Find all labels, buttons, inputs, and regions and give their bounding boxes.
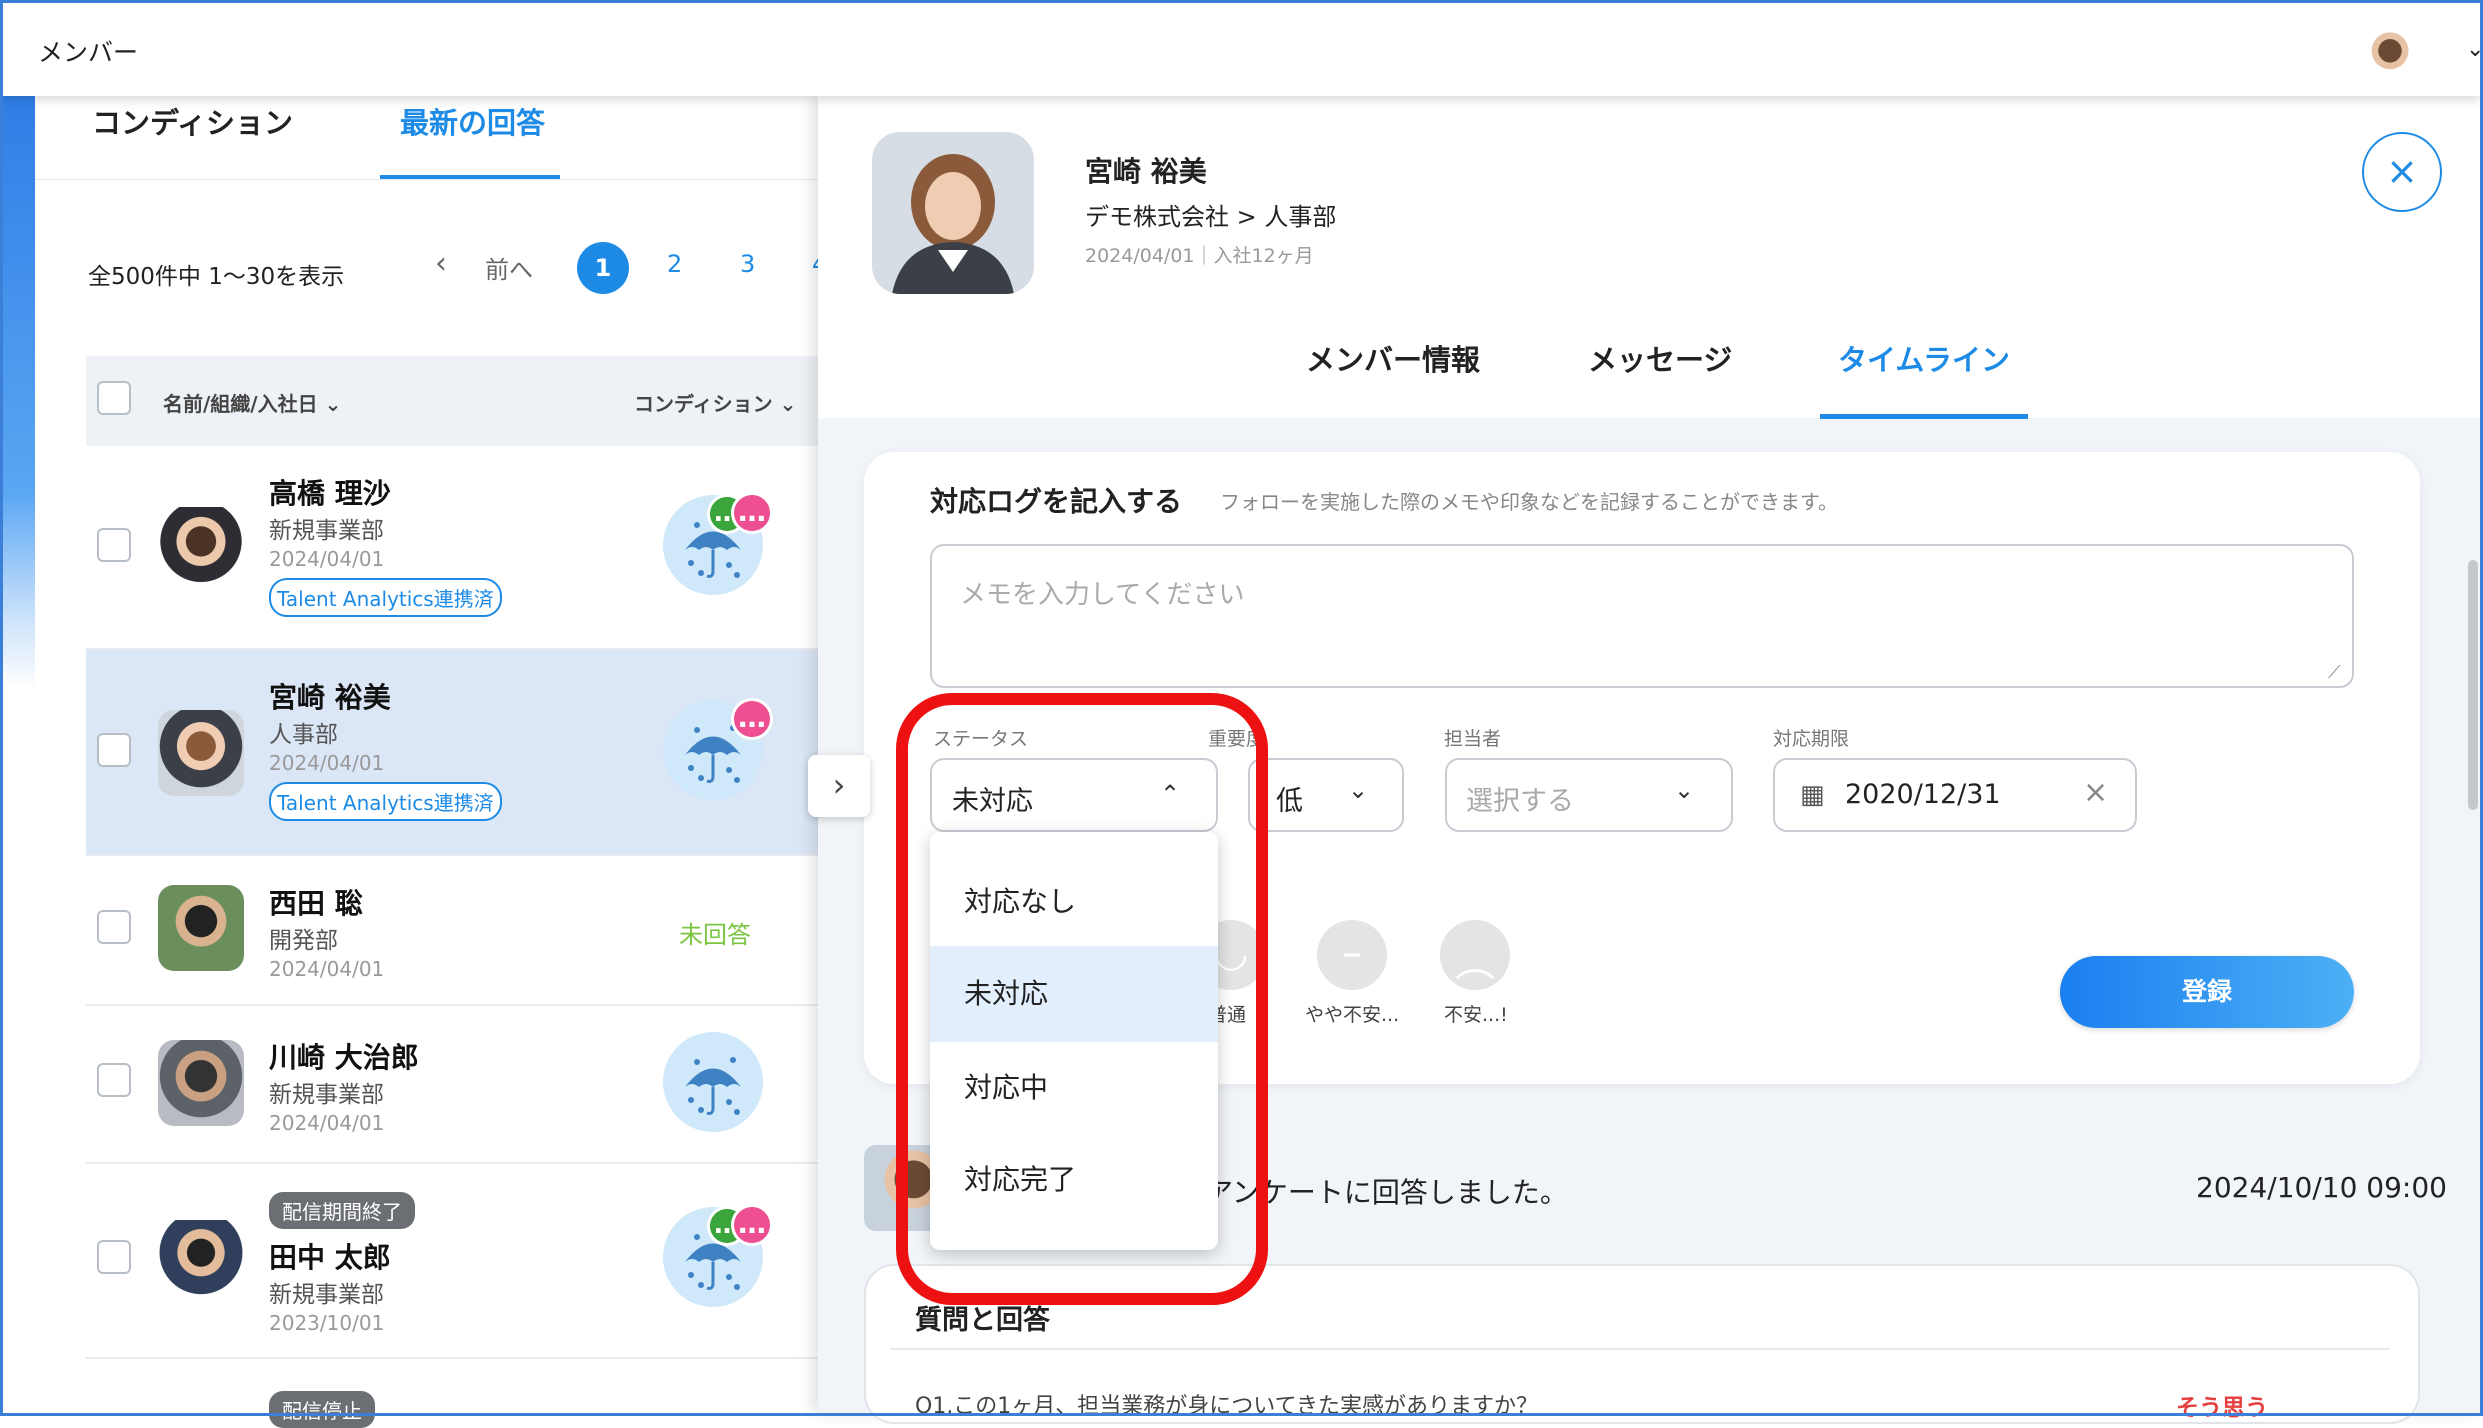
user-avatar[interactable] [2360,28,2420,88]
deadline-value: 2020/12/31 [1845,779,2001,810]
column-header-condition[interactable]: コンディション ⌄ [634,388,796,417]
app-title: メンバー [38,38,139,67]
avatar [158,710,244,796]
pagination-page-3[interactable]: 3 [740,250,755,278]
clear-icon[interactable]: × [2083,775,2108,810]
row-checkbox[interactable] [97,910,131,944]
rain-umbrella-icon [663,1032,763,1132]
pagination-page-1[interactable]: 1 [577,242,629,294]
chevron-down-icon: ⌄ [1348,776,1369,804]
top-bar: メンバー ⌄ [3,3,2483,96]
member-dept: 新規事業部 [269,1082,384,1108]
log-description: フォローを実施した際のメモや印象などを記録することができます。 [1220,490,1838,514]
avatar [158,1220,244,1306]
chevron-left-icon[interactable]: ‹ [435,246,447,281]
row-checkbox[interactable] [97,528,131,562]
row-checkbox[interactable] [97,1063,131,1097]
member-join-date: 2024/04/01 [269,751,385,775]
annotation-highlight [896,693,1268,1305]
timeline-event-time: 2024/10/10 09:00 [2196,1171,2447,1204]
priority-value: 低 [1276,786,1303,817]
row-checkbox[interactable] [97,733,131,767]
answer-text: そう思う [2176,1395,2268,1421]
active-tab-indicator [1820,414,2028,419]
flat-face-icon[interactable]: – [1317,920,1387,990]
background-strip [3,96,35,1413]
pagination-prev[interactable]: 前へ [485,250,533,285]
deadline-label: 対応期限 [1773,728,1850,750]
assignee-label: 担当者 [1444,728,1502,750]
face-label: 不安...! [1444,1004,1508,1026]
member-name: 田中 太郎 [269,1241,391,1274]
delivery-ended-badge: 配信期間終了 [269,1192,415,1229]
calendar-icon: ▦ [1800,780,1825,810]
member-join-date: 2024/04/01 [269,1111,385,1135]
member-dept: 新規事業部 [269,1282,384,1308]
avatar [158,507,244,593]
talent-analytics-badge: Talent Analytics連携済 [269,578,502,617]
avatar [158,885,244,971]
message-icon[interactable]: … [731,1204,773,1246]
scrollbar[interactable] [2468,560,2478,810]
sad-face-icon[interactable]: ︵ [1440,920,1510,990]
profile-photo [872,132,1034,294]
avatar [158,1040,244,1126]
face-label: やや不安... [1305,1004,1400,1026]
member-name: 川崎 大治郎 [269,1041,419,1074]
tab-condition[interactable]: コンディション [92,100,293,142]
tab-latest-answers[interactable]: 最新の回答 [400,100,545,142]
member-name: 西田 聡 [269,887,363,920]
tab-messages[interactable]: メッセージ [1588,337,1732,379]
member-join-date: 2023/10/01 [269,1311,385,1335]
memo-textarea[interactable] [930,544,2354,688]
register-button[interactable]: 登録 [2060,956,2354,1028]
delivery-stopped-badge: 配信停止 [269,1391,375,1428]
unanswered-status: 未回答 [679,921,751,949]
member-join-date: 2024/04/01 [269,957,385,981]
member-name: 宮崎 裕美 [269,681,391,714]
member-dept: 人事部 [269,722,338,748]
divider [35,179,820,180]
talent-analytics-badge: Talent Analytics連携済 [269,782,502,821]
priority-select[interactable] [1248,758,1404,832]
profile-org: デモ株式会社 > 人事部 [1085,203,1337,231]
result-count: 全500件中 1〜30を表示 [88,264,345,290]
resize-grip-icon[interactable]: ⟋ [2328,662,2341,683]
chevron-down-icon: ⌄ [1674,776,1695,804]
chevron-right-icon[interactable]: › [808,755,870,817]
message-icon[interactable]: … [731,698,773,740]
close-icon[interactable]: × [2362,132,2442,212]
chevron-down-icon[interactable]: ⌄ [2466,37,2483,62]
member-dept: 開発部 [269,928,338,954]
row-checkbox[interactable] [97,1240,131,1274]
assignee-placeholder: 選択する [1466,786,1574,817]
profile-name: 宮崎 裕美 [1085,155,1207,188]
memo-placeholder: メモを入力してください [960,580,1245,610]
message-icon[interactable]: … [731,492,773,534]
profile-meta: 2024/04/01｜入社12ヶ月 [1085,245,1314,267]
tab-member-info[interactable]: メンバー情報 [1306,337,1480,379]
member-dept: 新規事業部 [269,518,384,544]
member-join-date: 2024/04/01 [269,547,385,571]
tab-timeline[interactable]: タイムライン [1838,337,2010,379]
member-name: 高橋 理沙 [269,477,391,510]
pagination-page-2[interactable]: 2 [667,250,682,278]
divider [890,1348,2390,1350]
column-header-name[interactable]: 名前/組織/入社日 ⌄ [163,388,341,417]
log-title: 対応ログを記入する [930,485,1183,518]
select-all-checkbox[interactable] [97,381,131,415]
question-text: Q1.この1ヶ月、担当業務が身についてきた実感がありますか？ [915,1394,1538,1419]
